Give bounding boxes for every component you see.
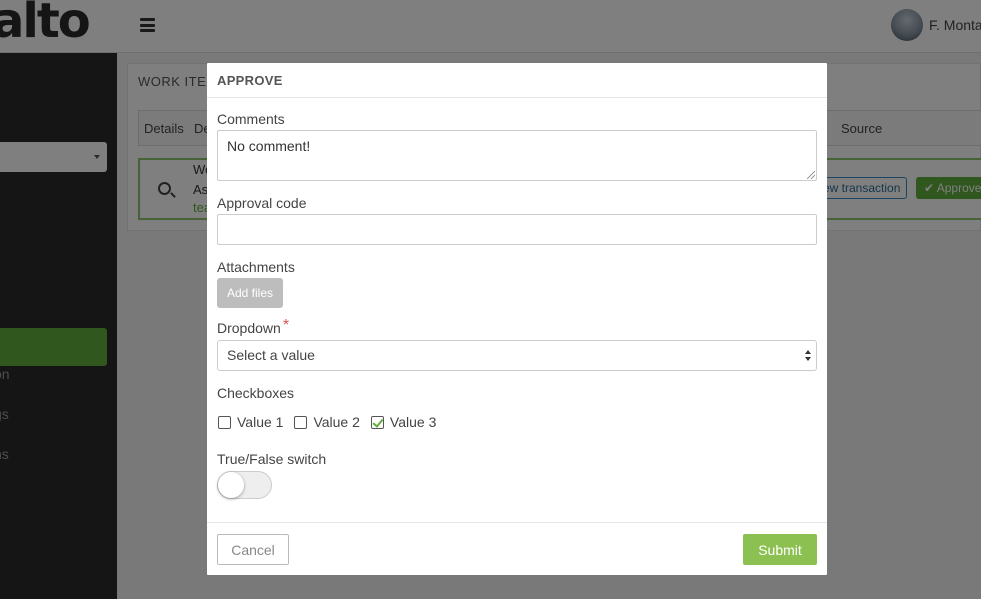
resize-handle-icon[interactable] [807, 171, 815, 179]
approval-code-input[interactable] [217, 214, 817, 245]
true-false-switch[interactable] [217, 471, 272, 499]
add-files-button[interactable]: Add files [217, 278, 284, 308]
modal-title: APPROVE [217, 73, 283, 88]
checkbox-2-label: Value 2 [313, 414, 360, 430]
checkbox-1[interactable] [218, 415, 231, 429]
checkbox-3[interactable] [370, 415, 384, 429]
required-mark: * [282, 317, 290, 334]
select-arrows-icon [805, 350, 811, 362]
attachments-label: Attachments [217, 259, 295, 275]
submit-button[interactable]: Submit [743, 534, 817, 565]
modal-footer: Cancel Submit [207, 522, 827, 575]
checkbox-group: Value 1 Value 2 Value 3 [218, 414, 447, 430]
checkbox-value-3[interactable]: Value 3 [370, 414, 437, 430]
checkbox-1-label: Value 1 [237, 414, 284, 430]
checkboxes-label: Checkboxes [217, 385, 295, 401]
switch-label: True/False switch [217, 451, 327, 467]
approval-code-label: Approval code [217, 195, 307, 211]
checkbox-3-label: Value 3 [389, 414, 437, 430]
cancel-button[interactable]: Cancel [217, 534, 289, 565]
switch-knob[interactable] [218, 472, 244, 498]
dropdown-label-text: Dropdown [217, 320, 281, 336]
checkbox-value-1[interactable]: Value 1 [218, 414, 283, 430]
approve-modal: APPROVE Comments No comment! Approval co… [207, 63, 827, 575]
checkbox-value-2[interactable]: Value 2 [294, 414, 360, 430]
dropdown-label: Dropdown * [217, 317, 290, 338]
dropdown-select[interactable]: Select a value [217, 340, 817, 371]
comments-textarea[interactable]: No comment! [217, 130, 817, 181]
dropdown-selected-value: Select a value [227, 347, 315, 363]
checkbox-2[interactable] [294, 415, 308, 429]
modal-header: APPROVE [207, 63, 827, 98]
